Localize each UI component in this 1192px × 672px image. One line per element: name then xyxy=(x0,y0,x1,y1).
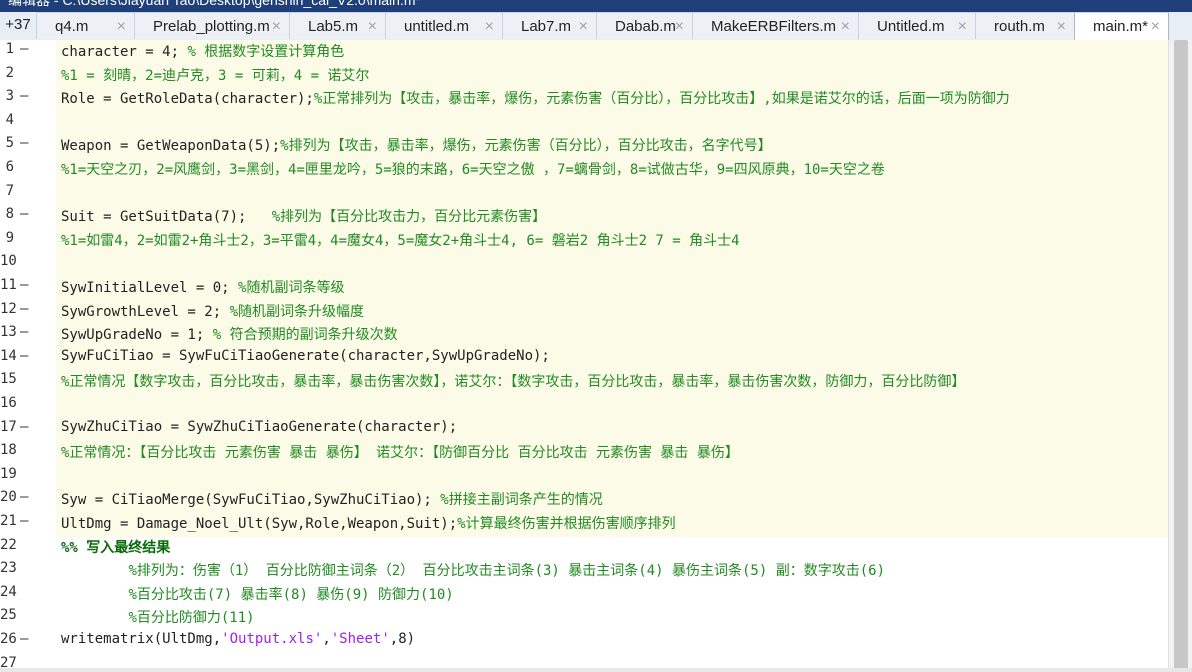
tab-list: q4.m × Prelab_plotting.m × Lab5.m × untitled.m… xyxy=(36,12,1169,41)
breakpoint-marker[interactable]: — xyxy=(20,419,28,435)
line-number: 14 xyxy=(0,347,17,364)
code-line[interactable]: %1 = 刻晴，2=迪卢克，3 = 可莉，4 = 诺艾尔 xyxy=(61,65,369,85)
vertical-scrollbar[interactable] xyxy=(1168,40,1192,672)
editor-tab[interactable]: main.m* × xyxy=(1074,12,1169,41)
breakpoint-marker[interactable]: — xyxy=(20,513,28,529)
code-line[interactable]: Weapon = GetWeaponData(5);%排列为【攻击，暴击率，爆伤… xyxy=(61,135,772,155)
close-icon[interactable]: × xyxy=(579,13,588,40)
line-number: 13 xyxy=(0,324,17,341)
code-line[interactable]: %排列为：伤害（1） 百分比防御主词条（2） 百分比攻击主词条(3) 暴击主词条… xyxy=(61,560,885,580)
editor-tab[interactable]: Dabab.m × xyxy=(596,12,692,39)
tab-label: Lab7.m xyxy=(521,18,572,35)
code-editor[interactable]: character = 4; % 根据数字设置计算角色 %1 = 刻晴，2=迪卢克… xyxy=(56,40,1168,672)
code-line[interactable]: SywUpGradeNo = 1; % 符合预期的副词条升级次数 xyxy=(61,324,398,344)
window-title-bar: 编辑器 - C:\Users\Jiayuan Tao\Desktop\gensh… xyxy=(0,0,1192,12)
tab-label: Dabab.m xyxy=(615,18,676,35)
hidden-tabs-count[interactable]: +37 xyxy=(0,12,36,40)
editor-bottom-edge xyxy=(0,668,1192,672)
code-line[interactable]: %1=天空之刃，2=风鹰剑，3=黑剑，4=匣里龙吟，5=狼的末路，6=天空之傲 … xyxy=(61,159,885,179)
breakpoint-marker[interactable]: — xyxy=(20,88,28,104)
close-icon[interactable]: × xyxy=(272,13,281,40)
code-line[interactable]: %正常情况：【百分比攻击 元素伤害 暴击 暴伤】 诺艾尔：【防御百分比 百分比攻… xyxy=(61,442,739,462)
code-line[interactable]: SywGrowthLevel = 2; %随机副词条升级幅度 xyxy=(61,301,364,321)
close-icon[interactable]: × xyxy=(117,13,126,40)
editor-tab[interactable]: routh.m × xyxy=(975,12,1074,39)
breakpoint-marker[interactable]: — xyxy=(20,277,28,293)
editor-tab[interactable]: untitled.m × xyxy=(385,12,502,39)
line-number: 18 xyxy=(0,442,17,459)
breakpoint-marker[interactable]: — xyxy=(20,135,28,151)
close-icon[interactable]: × xyxy=(1151,13,1160,40)
window-title: 编辑器 - C:\Users\Jiayuan Tao\Desktop\gensh… xyxy=(8,0,421,8)
editor-tab[interactable]: Untitled.m × xyxy=(858,12,975,39)
code-line[interactable]: %百分比防御力(11) xyxy=(61,607,254,627)
line-number: 26 xyxy=(0,631,17,647)
code-line[interactable]: %正常情况【数字攻击，百分比攻击，暴击率，暴击伤害次数】，诺艾尔：【数字攻击，百… xyxy=(61,371,965,391)
line-number: 2 xyxy=(5,64,14,81)
editor-tab[interactable]: Lab7.m × xyxy=(502,12,596,39)
code-line[interactable]: SywZhuCiTiao = SywZhuCiTiaoGenerate(char… xyxy=(61,419,457,435)
tab-label: q4.m xyxy=(55,18,89,35)
editor-tab[interactable]: Prelab_plotting.m × xyxy=(134,12,289,39)
close-icon[interactable]: × xyxy=(368,13,377,40)
breakpoint-marker[interactable]: — xyxy=(20,324,28,340)
code-line[interactable]: %百分比攻击(7) 暴击率(8) 暴伤(9) 防御力(10) xyxy=(61,584,453,604)
line-number: 21 xyxy=(0,513,17,529)
line-number: 16 xyxy=(0,395,17,411)
scrollbar-thumb[interactable] xyxy=(1174,40,1188,670)
breakpoint-marker[interactable]: — xyxy=(20,41,28,57)
editor-tab[interactable]: MakeERBFilters.m × xyxy=(692,12,858,39)
breakpoint-marker[interactable]: — xyxy=(20,489,28,505)
line-number-gutter: 1—2 3—4 5—6 7 8—9 10 11—12—13—14—15 16 17—18 19 20… xyxy=(0,40,58,672)
line-number: 3 xyxy=(5,88,14,105)
line-number: 17 xyxy=(0,418,17,435)
breakpoint-marker[interactable]: — xyxy=(20,301,28,317)
line-number: 5 xyxy=(5,135,14,152)
code-line[interactable]: UltDmg = Damage_Noel_Ult(Syw,Role,Weapon… xyxy=(61,513,676,533)
code-line[interactable]: Syw = CiTiaoMerge(SywFuCiTiao,SywZhuCiTi… xyxy=(61,489,603,509)
tab-label: routh.m xyxy=(994,18,1045,35)
line-number: 6 xyxy=(5,159,14,175)
editor-tab[interactable]: Lab5.m × xyxy=(289,12,385,39)
line-number: 23 xyxy=(0,560,17,577)
tab-label: main.m* xyxy=(1093,18,1149,35)
close-icon[interactable]: × xyxy=(675,13,684,40)
tab-label: untitled.m xyxy=(404,18,470,35)
code-line[interactable]: SywInitialLevel = 0; %随机副词条等级 xyxy=(61,277,344,297)
code-line[interactable]: %% 写入最终结果 xyxy=(61,537,170,557)
close-icon[interactable]: × xyxy=(841,13,850,40)
code-line[interactable]: Suit = GetSuitData(7); %排列为【百分比攻击力，百分比元素… xyxy=(61,206,546,226)
line-number: 15 xyxy=(0,371,17,388)
breakpoint-marker[interactable]: — xyxy=(20,631,28,647)
line-number: 11 xyxy=(0,277,17,293)
code-line[interactable]: writematrix(UltDmg,'Output.xls','Sheet',… xyxy=(61,631,415,647)
breakpoint-marker[interactable]: — xyxy=(20,348,28,364)
tab-label: Lab5.m xyxy=(308,18,359,35)
breakpoint-marker[interactable]: — xyxy=(20,206,28,222)
line-number: 12 xyxy=(0,300,17,317)
line-number: 8 xyxy=(5,206,14,223)
code-line[interactable]: Role = GetRoleData(character);%正常排列为【攻击，… xyxy=(61,88,1010,108)
editor-tab[interactable]: q4.m × xyxy=(36,12,134,39)
close-icon[interactable]: × xyxy=(1057,13,1066,40)
tab-label: Untitled.m xyxy=(877,18,945,35)
line-number: 9 xyxy=(5,229,14,246)
line-number: 1 xyxy=(5,41,14,57)
line-number: 25 xyxy=(0,607,17,624)
editor-tab-bar: +37 q4.m × Prelab_plotting.m × Lab5.m × untitl… xyxy=(0,12,1192,41)
tab-label: MakeERBFilters.m xyxy=(711,18,837,35)
close-icon[interactable]: × xyxy=(485,13,494,40)
line-number: 10 xyxy=(0,253,17,270)
line-number: 19 xyxy=(0,465,17,482)
line-number: 7 xyxy=(5,182,14,199)
line-number: 24 xyxy=(0,583,17,600)
line-number: 22 xyxy=(0,536,17,553)
code-line[interactable]: SywFuCiTiao = SywFuCiTiaoGenerate(charac… xyxy=(61,348,550,364)
line-number: 20 xyxy=(0,489,17,506)
line-number: 4 xyxy=(5,111,14,128)
tab-label: Prelab_plotting.m xyxy=(153,18,270,35)
code-line[interactable]: character = 4; % 根据数字设置计算角色 xyxy=(61,41,344,61)
close-icon[interactable]: × xyxy=(958,13,967,40)
code-line[interactable]: %1=如雷4，2=如雷2+角斗士2，3=平雷4，4=魔女4，5=魔女2+角斗士4… xyxy=(61,230,740,250)
